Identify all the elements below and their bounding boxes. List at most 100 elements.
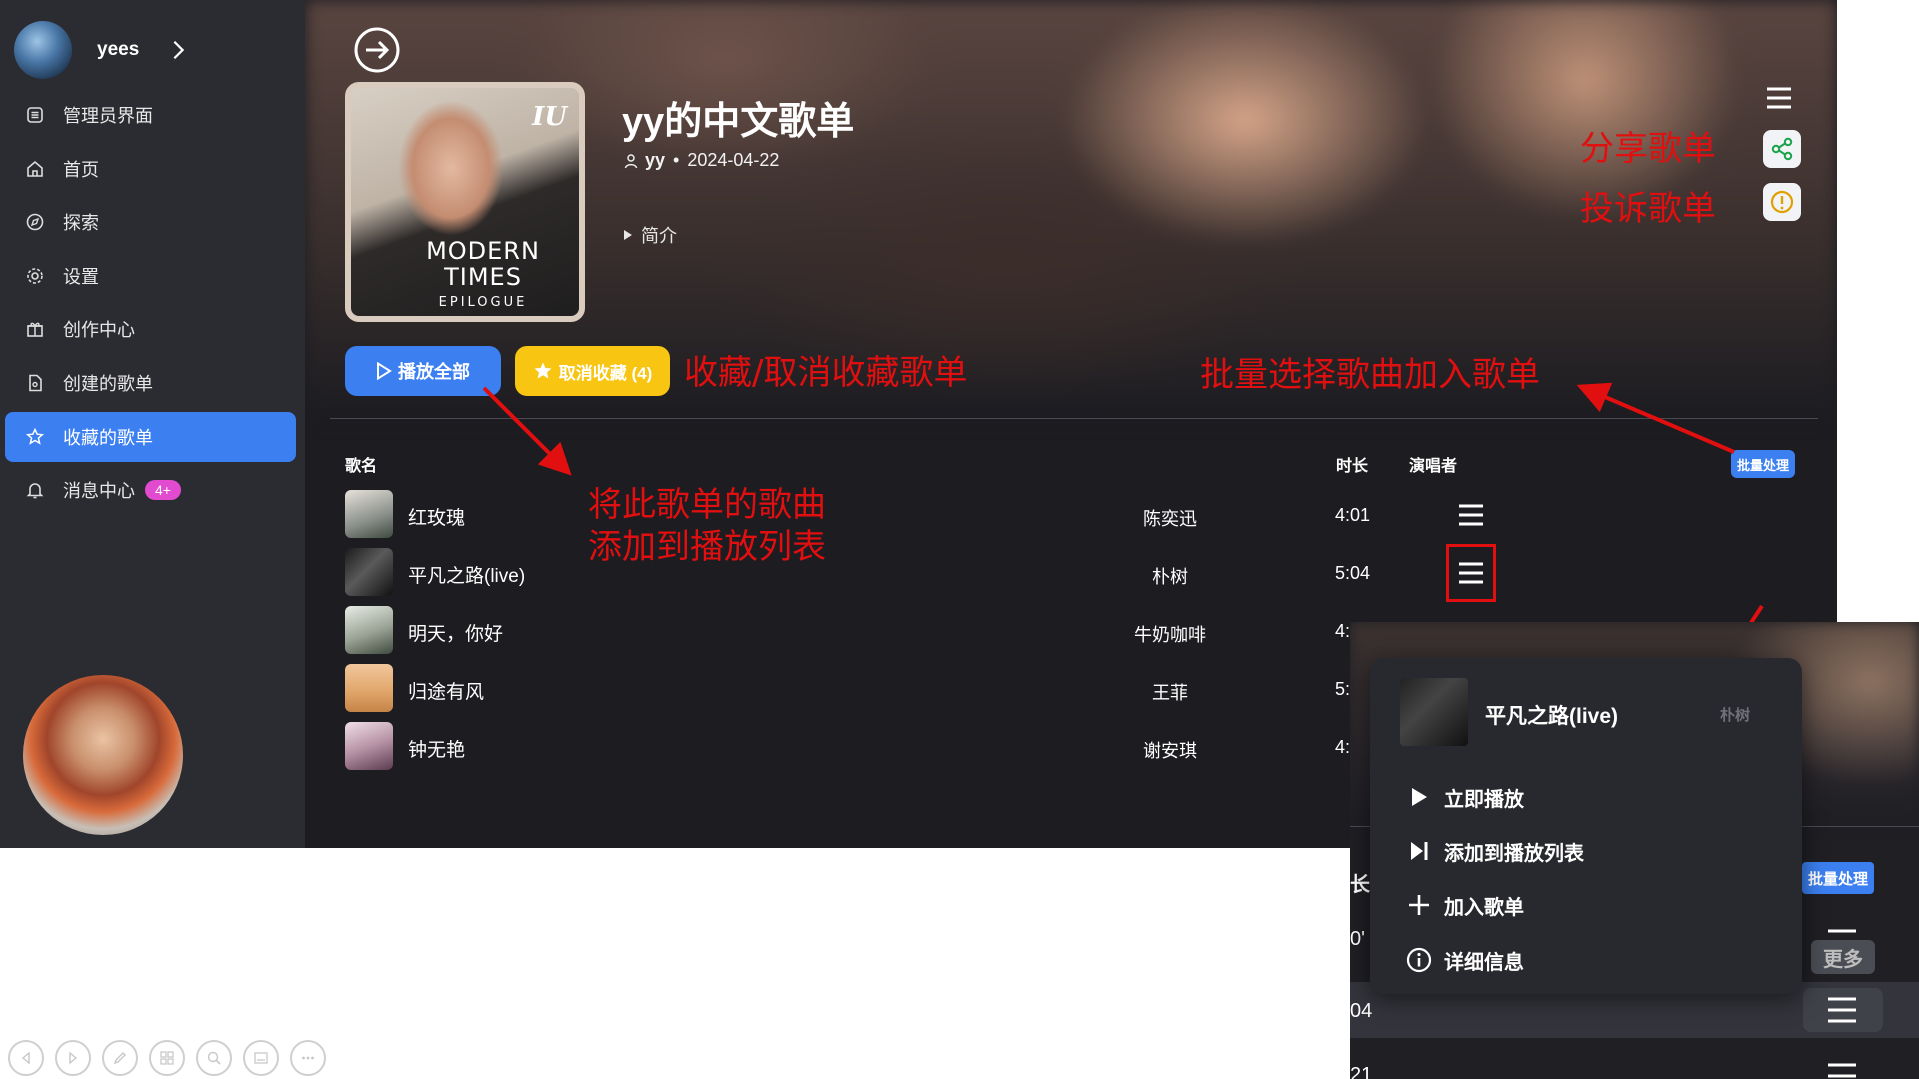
- zoom-icon[interactable]: [196, 1040, 232, 1076]
- playlist-meta: yy • 2024-04-22: [623, 150, 779, 171]
- song-name[interactable]: 平凡之路(live): [408, 561, 525, 588]
- notification-badge: 4+: [145, 480, 181, 501]
- user-profile[interactable]: yees: [14, 20, 189, 80]
- subtitle-icon[interactable]: [243, 1040, 279, 1076]
- previous-icon[interactable]: [8, 1040, 44, 1076]
- sidebar-item-messages[interactable]: 消息中心 4+: [5, 465, 296, 515]
- menu-icon[interactable]: [1826, 1062, 1858, 1079]
- info-icon: [1406, 947, 1432, 973]
- song-singer[interactable]: 王菲: [1105, 679, 1235, 705]
- playlist-cover: IU MODERN TIMES EPILOGUE: [345, 82, 585, 322]
- column-header-name: 歌名: [345, 458, 378, 475]
- sidebar-item-creator-center[interactable]: 创作中心: [5, 304, 296, 354]
- share-button[interactable]: [1763, 130, 1801, 168]
- sidebar-nav: 管理员界面 首页 探索 设置 创作中心 创建的歌单 收藏的歌单 消息中心 4+: [5, 90, 296, 519]
- menu-item-label: 添加到播放列表: [1444, 842, 1584, 865]
- song-duration: 4:01: [1335, 505, 1371, 525]
- more-options-icon[interactable]: [290, 1040, 326, 1076]
- document-icon: [29, 374, 42, 392]
- admin-icon: [27, 107, 43, 123]
- song-duration: 5:04: [1335, 563, 1371, 583]
- play-all-label: 播放全部: [398, 362, 470, 382]
- presentation-toolbar: [8, 1040, 337, 1076]
- menu-icon[interactable]: [1826, 996, 1858, 1024]
- play-outline-icon: [377, 362, 392, 380]
- triangle-right-icon: [624, 230, 632, 240]
- column-header-singer: 演唱者: [1409, 458, 1458, 475]
- separator-dot: •: [673, 150, 680, 170]
- chevron-right-icon[interactable]: [167, 39, 189, 61]
- menu-song-singer: 朴树: [1720, 707, 1751, 724]
- zoom-duration: 0': [1350, 928, 1365, 950]
- slides-icon[interactable]: [149, 1040, 185, 1076]
- sidebar-item-admin[interactable]: 管理员界面: [5, 90, 296, 140]
- playlist-date: 2024-04-22: [687, 150, 780, 170]
- warning-icon: [1770, 190, 1794, 214]
- zoom-batch-button[interactable]: 批量处理: [1802, 862, 1875, 894]
- table-row[interactable]: 平凡之路(live) 朴树 5:04: [345, 544, 1805, 602]
- sidebar-item-explore[interactable]: 探索: [5, 197, 296, 247]
- report-button[interactable]: [1763, 183, 1801, 221]
- song-name[interactable]: 归途有风: [408, 677, 484, 704]
- song-singer[interactable]: 牛奶咖啡: [1105, 621, 1235, 647]
- playlist-owner[interactable]: yy: [645, 150, 665, 171]
- sidebar-item-label: 设置: [63, 266, 99, 287]
- intro-toggle[interactable]: 简介: [623, 222, 677, 248]
- cover-logo: IU: [532, 102, 567, 132]
- gear-icon: [27, 267, 43, 284]
- menu-item-details[interactable]: 详细信息: [1406, 943, 1524, 977]
- menu-icon[interactable]: [1765, 86, 1793, 110]
- player-cover-art[interactable]: [23, 675, 183, 835]
- song-thumbnail: [345, 722, 393, 770]
- zoom-duration: 21: [1350, 1064, 1373, 1079]
- unfavorite-button[interactable]: 取消收藏 (4): [515, 346, 670, 396]
- user-name[interactable]: yees: [97, 39, 139, 61]
- unfavorite-label: 取消收藏 (4): [558, 363, 653, 383]
- compass-icon: [26, 213, 44, 231]
- section-divider: [330, 418, 1818, 419]
- song-name[interactable]: 钟无艳: [408, 735, 465, 762]
- menu-item-label: 详细信息: [1444, 951, 1524, 974]
- annotation-add-line1: 将此歌单的歌曲: [588, 485, 826, 525]
- pen-icon[interactable]: [102, 1040, 138, 1076]
- sidebar-item-created-playlists[interactable]: 创建的歌单: [5, 358, 296, 408]
- playlist-title: yy的中文歌单: [622, 101, 855, 143]
- batch-process-button[interactable]: 批量处理: [1731, 450, 1796, 478]
- song-singer[interactable]: 朴树: [1105, 563, 1235, 589]
- song-name[interactable]: 红玫瑰: [408, 503, 465, 530]
- sidebar-item-favorite-playlists[interactable]: 收藏的歌单: [5, 411, 296, 462]
- menu-item-add-to-playlist[interactable]: 加入歌单: [1406, 888, 1524, 922]
- song-duration: 4:: [1335, 621, 1351, 641]
- share-icon: [1771, 137, 1793, 161]
- menu-item-add-to-queue[interactable]: 添加到播放列表: [1406, 834, 1584, 868]
- sidebar-item-home[interactable]: 首页: [5, 144, 296, 194]
- bell-icon: [26, 483, 44, 499]
- song-singer[interactable]: 谢安琪: [1105, 737, 1235, 763]
- zoom-duration: 04: [1350, 1000, 1373, 1022]
- song-name[interactable]: 明天，你好: [408, 619, 503, 646]
- menu-item-play-now[interactable]: 立即播放: [1406, 780, 1524, 814]
- song-duration: 5:: [1335, 679, 1351, 699]
- play-all-button[interactable]: 播放全部: [345, 346, 501, 396]
- sidebar-item-label: 探索: [63, 213, 99, 234]
- more-tooltip: 更多: [1811, 940, 1875, 974]
- song-thumbnail: [345, 548, 393, 596]
- annotation-add-line2: 添加到播放列表: [588, 527, 826, 567]
- sidebar-item-settings[interactable]: 设置: [5, 251, 296, 301]
- star-filled-icon: [534, 362, 552, 379]
- sidebar-item-label: 消息中心: [63, 481, 135, 502]
- row-menu-icon[interactable]: [1457, 503, 1485, 527]
- song-singer[interactable]: 陈奕迅: [1105, 505, 1235, 531]
- next-icon[interactable]: [55, 1040, 91, 1076]
- forward-arrow-icon[interactable]: [353, 26, 401, 74]
- menu-song-name: 平凡之路(live): [1485, 705, 1619, 728]
- song-thumbnail: [345, 606, 393, 654]
- row-menu-icon[interactable]: [1457, 561, 1485, 585]
- play-icon: [1412, 788, 1427, 806]
- home-icon: [27, 160, 43, 177]
- avatar[interactable]: [14, 21, 72, 79]
- user-icon: [624, 153, 638, 168]
- song-context-menu: 平凡之路(live) 朴树 立即播放 添加到播放列表 加入歌单 详细信息: [1370, 658, 1802, 994]
- table-row[interactable]: 红玫瑰 陈奕迅 4:01: [345, 490, 1805, 540]
- intro-label: 简介: [641, 226, 677, 246]
